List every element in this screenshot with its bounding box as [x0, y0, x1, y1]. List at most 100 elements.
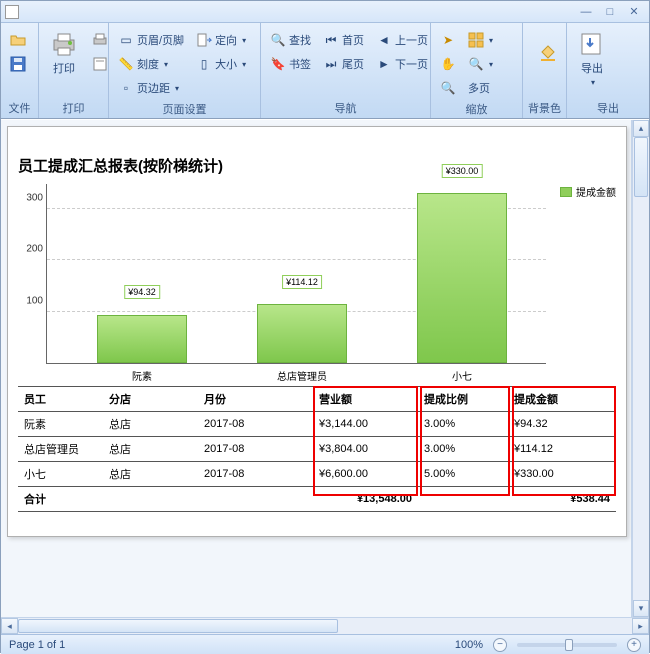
open-button[interactable]: [5, 29, 31, 51]
export-button[interactable]: 导出 ▾: [571, 25, 613, 92]
horizontal-scrollbar[interactable]: ◂ ▸: [1, 617, 649, 634]
zoom-in-status-button[interactable]: +: [627, 638, 641, 652]
report-page: 员工提成汇总报表(按阶梯统计) 提成金额 100 200 300 ¥94.32 …: [7, 126, 627, 537]
y-tick: 200: [17, 244, 43, 255]
magnifier-button[interactable]: 🔍: [435, 77, 461, 99]
next-page-button[interactable]: ► 下一页: [371, 53, 433, 75]
size-label: 大小: [215, 56, 237, 72]
cell-month: 2017-08: [198, 437, 313, 462]
margins-icon: ▫: [118, 80, 134, 96]
orientation-button[interactable]: 定向▾: [191, 29, 251, 51]
y-tick: 300: [17, 192, 43, 203]
margins-button[interactable]: ▫ 页边距▾: [113, 77, 189, 99]
cell-branch: 总店: [103, 412, 198, 437]
quick-print-icon: [92, 32, 108, 48]
export-icon: [578, 30, 606, 58]
ribbon-group-bg: 背景色: [523, 23, 567, 118]
scroll-down-button[interactable]: ▾: [633, 600, 649, 617]
status-bar: Page 1 of 1 100% − +: [1, 634, 649, 654]
cell-sales: ¥3,144.00: [313, 412, 418, 437]
scroll-right-button[interactable]: ▸: [632, 618, 649, 634]
table-total-row: 合计 ¥13,548.00 ¥538.44: [18, 487, 616, 512]
legend-text: 提成金额: [576, 184, 616, 199]
col-commission: 提成金额: [508, 387, 616, 412]
pages-grid-icon: [468, 32, 484, 48]
ribbon-label-export: 导出: [571, 98, 645, 118]
cell-rate: 3.00%: [418, 412, 508, 437]
document-area: 员工提成汇总报表(按阶梯统计) 提成金额 100 200 300 ¥94.32 …: [1, 119, 649, 617]
save-button[interactable]: [5, 53, 31, 75]
zoom-percentage: 100%: [455, 639, 483, 651]
export-button-label: 导出: [581, 60, 603, 76]
cell-employee: 总店管理员: [18, 437, 103, 462]
scale-button[interactable]: 📏 刻度▾: [113, 53, 189, 75]
prev-page-button[interactable]: ◄ 上一页: [371, 29, 433, 51]
prev-page-icon: ◄: [376, 32, 392, 48]
hand-icon: ✋: [440, 56, 456, 72]
first-page-icon: ⏮: [323, 32, 339, 48]
zoom-slider[interactable]: [517, 643, 617, 647]
cell-rate: 5.00%: [418, 462, 508, 487]
cell-sales: ¥6,600.00: [313, 462, 418, 487]
ribbon-label-print: 打印: [43, 98, 104, 118]
save-icon: [10, 56, 26, 72]
bookmarks-button[interactable]: 🔖 书签: [265, 53, 316, 75]
ribbon-group-nav: 🔍 查找 🔖 书签 ⏮ 首页 ⏭ 尾页: [261, 23, 431, 118]
chart-bar: [97, 315, 187, 364]
zoom-out-button[interactable]: 🔍▾: [463, 53, 498, 75]
col-branch: 分店: [103, 387, 198, 412]
cell-month: 2017-08: [198, 412, 313, 437]
vertical-scrollbar[interactable]: ▴ ▾: [632, 120, 649, 617]
close-button[interactable]: ✕: [623, 5, 645, 19]
chart-bar: [257, 304, 347, 363]
cell-employee: 小七: [18, 462, 103, 487]
header-footer-icon: ▭: [118, 32, 134, 48]
find-button[interactable]: 🔍 查找: [265, 29, 316, 51]
print-button-label: 打印: [53, 60, 75, 76]
many-pages-button[interactable]: ▾: [463, 29, 498, 51]
maximize-button[interactable]: □: [599, 5, 621, 19]
ribbon-label-nav: 导航: [265, 98, 426, 118]
ribbon-label-file: 文件: [5, 98, 34, 118]
total-sales: ¥13,548.00: [313, 487, 418, 512]
bar-value-label: ¥330.00: [442, 164, 483, 178]
bar-value-label: ¥94.32: [124, 285, 160, 299]
total-label: 合计: [18, 487, 313, 512]
cell-rate: 3.00%: [418, 437, 508, 462]
first-page-button[interactable]: ⏮ 首页: [318, 29, 369, 51]
many-label-button[interactable]: 多页: [463, 77, 498, 99]
scroll-left-button[interactable]: ◂: [1, 618, 18, 634]
margins-label: 页边距: [137, 80, 170, 96]
cell-commission: ¥114.12: [508, 437, 616, 462]
size-button[interactable]: ▯ 大小▾: [191, 53, 251, 75]
col-month: 月份: [198, 387, 313, 412]
next-page-label: 下一页: [395, 56, 428, 72]
page-size-icon: ▯: [196, 56, 212, 72]
document-viewport[interactable]: 员工提成汇总报表(按阶梯统计) 提成金额 100 200 300 ¥94.32 …: [1, 120, 632, 617]
bgcolor-button[interactable]: [527, 25, 569, 71]
pointer-button[interactable]: ➤: [435, 29, 461, 51]
header-footer-label: 页眉/页脚: [137, 32, 184, 48]
cell-month: 2017-08: [198, 462, 313, 487]
page-indicator: Page 1 of 1: [9, 639, 65, 651]
scroll-thumb-h[interactable]: [18, 619, 338, 633]
hand-button[interactable]: ✋: [435, 53, 461, 75]
cell-branch: 总店: [103, 437, 198, 462]
cell-branch: 总店: [103, 462, 198, 487]
binoculars-icon: 🔍: [270, 32, 286, 48]
scroll-up-button[interactable]: ▴: [633, 120, 649, 137]
prev-page-label: 上一页: [395, 32, 428, 48]
ribbon: 文件 打印: [1, 23, 649, 119]
ribbon-label-page-setup: 页面设置: [113, 99, 256, 119]
header-footer-button[interactable]: ▭ 页眉/页脚: [113, 29, 189, 51]
total-commission: ¥538.44: [508, 487, 616, 512]
cell-employee: 阮素: [18, 412, 103, 437]
scroll-thumb[interactable]: [634, 137, 648, 197]
ribbon-group-export: 导出 ▾ 导出: [567, 23, 649, 118]
zoom-slider-knob[interactable]: [565, 639, 573, 651]
zoom-out-status-button[interactable]: −: [493, 638, 507, 652]
ribbon-group-file: 文件: [1, 23, 39, 118]
last-page-button[interactable]: ⏭ 尾页: [318, 53, 369, 75]
minimize-button[interactable]: —: [575, 5, 597, 19]
print-button[interactable]: 打印: [43, 25, 85, 81]
